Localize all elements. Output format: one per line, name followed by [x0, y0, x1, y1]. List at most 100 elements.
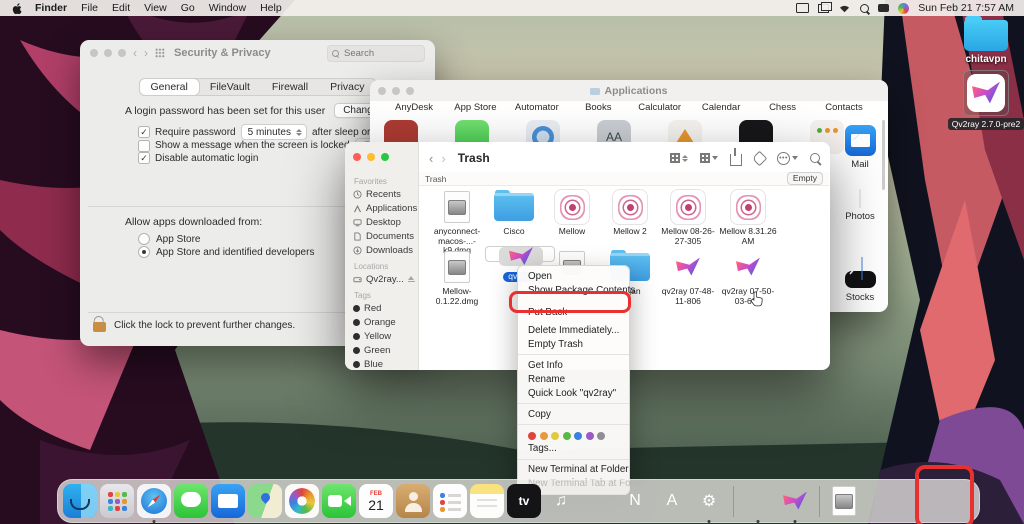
file-qv2ray-0750[interactable]: qv2ray 07-50-03-692: [719, 248, 777, 306]
menubar-item-view[interactable]: View: [137, 2, 174, 14]
sidebar-tag-red[interactable]: Red: [345, 301, 418, 315]
radio-unselected[interactable]: [138, 233, 150, 245]
sidebar-item-recents[interactable]: Recents: [345, 187, 418, 201]
forward-icon[interactable]: ›: [441, 152, 445, 165]
menubar-item-file[interactable]: File: [74, 2, 105, 14]
app-label-appstore[interactable]: App Store: [445, 102, 505, 113]
dock-messages[interactable]: [174, 484, 208, 518]
file-qv2ray-0748[interactable]: qv2ray 07-48-11-806: [659, 248, 717, 306]
menu-item-copy[interactable]: Copy: [518, 407, 629, 421]
sidebar-item-desktop[interactable]: Desktop: [345, 215, 418, 229]
menu-item-open[interactable]: Open: [518, 269, 629, 283]
eject-icon[interactable]: [408, 276, 415, 283]
applications-titlebar[interactable]: Applications: [370, 80, 888, 101]
tag-yellow-icon[interactable]: [551, 432, 559, 440]
search-input[interactable]: [342, 47, 420, 60]
back-icon[interactable]: ‹: [133, 47, 137, 59]
checkbox-checked[interactable]: ✓: [138, 126, 150, 138]
file-mellow-831[interactable]: Mellow 8.31.26 AM: [719, 188, 777, 246]
file-mellow-2[interactable]: Mellow 2: [601, 188, 659, 237]
input-source-icon[interactable]: [878, 4, 889, 12]
dock-system-preferences[interactable]: ⚙: [692, 484, 726, 518]
security-titlebar[interactable]: ‹ › Security & Privacy: [80, 40, 435, 66]
zoom-button[interactable]: [118, 49, 126, 57]
app-item-stocks[interactable]: Stocks: [832, 253, 888, 303]
tag-green-icon[interactable]: [563, 432, 571, 440]
wifi-icon[interactable]: [838, 3, 851, 13]
checkbox-unchecked[interactable]: [138, 140, 150, 152]
menubar-item-window[interactable]: Window: [202, 2, 253, 14]
tag-orange-icon[interactable]: [540, 432, 548, 440]
stage-windows-icon[interactable]: [818, 4, 829, 13]
checkbox-checked[interactable]: ✓: [138, 152, 150, 164]
dock-finder[interactable]: [63, 484, 97, 518]
app-item-photos[interactable]: Photos: [832, 190, 888, 222]
tag-icon[interactable]: [754, 153, 765, 164]
app-label-books[interactable]: Books: [568, 102, 628, 113]
close-button[interactable]: [90, 49, 98, 57]
forward-icon[interactable]: ›: [144, 47, 148, 59]
tag-gray-icon[interactable]: [597, 432, 605, 440]
back-icon[interactable]: ‹: [429, 152, 433, 165]
file-mellow-08[interactable]: Mellow 08-26-27-305: [659, 188, 717, 246]
search-field[interactable]: [327, 45, 425, 62]
dock-mail[interactable]: [211, 484, 245, 518]
apple-menu[interactable]: [10, 2, 28, 14]
sidebar-tag-green[interactable]: Green: [345, 343, 418, 357]
app-label-chess[interactable]: Chess: [753, 102, 813, 113]
more-actions-icon[interactable]: •••: [777, 152, 798, 165]
dock-facetime[interactable]: [322, 484, 356, 518]
file-cisco-folder[interactable]: Cisco: [485, 188, 543, 237]
close-button[interactable]: [353, 153, 361, 161]
minimize-button[interactable]: [104, 49, 112, 57]
desktop-icon-qv2ray[interactable]: Qv2ray 2.7.0-pre2: [957, 70, 1015, 130]
menubar-item-edit[interactable]: Edit: [105, 2, 137, 14]
menu-item-tags[interactable]: Tags...: [518, 442, 629, 456]
radio-selected[interactable]: [138, 246, 150, 258]
tab-filevault[interactable]: FileVault: [199, 79, 261, 95]
tag-purple-icon[interactable]: [586, 432, 594, 440]
sidebar-item-qv2ray-volume[interactable]: Qv2ray...: [345, 272, 418, 286]
menu-item-delete-immediately[interactable]: Delete Immediately...: [518, 323, 629, 337]
dock-news[interactable]: N: [618, 484, 652, 518]
menu-item-rename[interactable]: Rename: [518, 372, 629, 386]
dock-calendar[interactable]: FEB21: [359, 484, 393, 518]
dock-podcasts[interactable]: [581, 484, 615, 518]
screen-mirroring-icon[interactable]: [796, 3, 809, 13]
zoom-button[interactable]: [381, 153, 389, 161]
menubar-item-finder[interactable]: Finder: [28, 2, 74, 14]
app-item-mail[interactable]: Mail: [832, 125, 888, 170]
sidebar-item-downloads[interactable]: Downloads: [345, 243, 418, 257]
icon-view-icon[interactable]: [670, 153, 688, 163]
share-icon[interactable]: [730, 151, 742, 166]
sidebar-item-documents[interactable]: Documents: [345, 229, 418, 243]
app-label-calculator[interactable]: Calculator: [630, 102, 690, 113]
dock-safari[interactable]: [137, 484, 171, 518]
window-controls[interactable]: [353, 153, 389, 161]
menubar-item-go[interactable]: Go: [174, 2, 202, 14]
dock-reminders[interactable]: [433, 484, 467, 518]
search-icon[interactable]: [810, 153, 820, 163]
tab-privacy[interactable]: Privacy: [319, 79, 375, 95]
show-all-icon[interactable]: [155, 48, 165, 58]
scrollbar[interactable]: [882, 120, 885, 190]
unlocked-lock-icon[interactable]: [93, 322, 106, 332]
menu-item-quick-look[interactable]: Quick Look "qv2ray": [518, 386, 629, 400]
menu-item-new-terminal[interactable]: New Terminal at Folder: [518, 463, 629, 477]
tag-red-icon[interactable]: [528, 432, 536, 440]
sidebar-tag-blue[interactable]: Blue: [345, 357, 418, 370]
app-label-anydesk[interactable]: AnyDesk: [384, 102, 444, 113]
window-controls[interactable]: [90, 49, 126, 57]
app-label-automator[interactable]: Automator: [507, 102, 567, 113]
tag-blue-icon[interactable]: [574, 432, 582, 440]
user-circle-icon[interactable]: [898, 3, 909, 14]
tab-general[interactable]: General: [139, 79, 198, 95]
dock-disk-image[interactable]: [827, 484, 861, 518]
file-mellow[interactable]: Mellow: [543, 188, 601, 237]
dock-maps[interactable]: [248, 484, 282, 518]
menu-item-get-info[interactable]: Get Info: [518, 358, 629, 372]
minimize-button[interactable]: [367, 153, 375, 161]
dock-notes[interactable]: [470, 484, 504, 518]
menubar-item-help[interactable]: Help: [253, 2, 289, 14]
sidebar-tag-orange[interactable]: Orange: [345, 315, 418, 329]
